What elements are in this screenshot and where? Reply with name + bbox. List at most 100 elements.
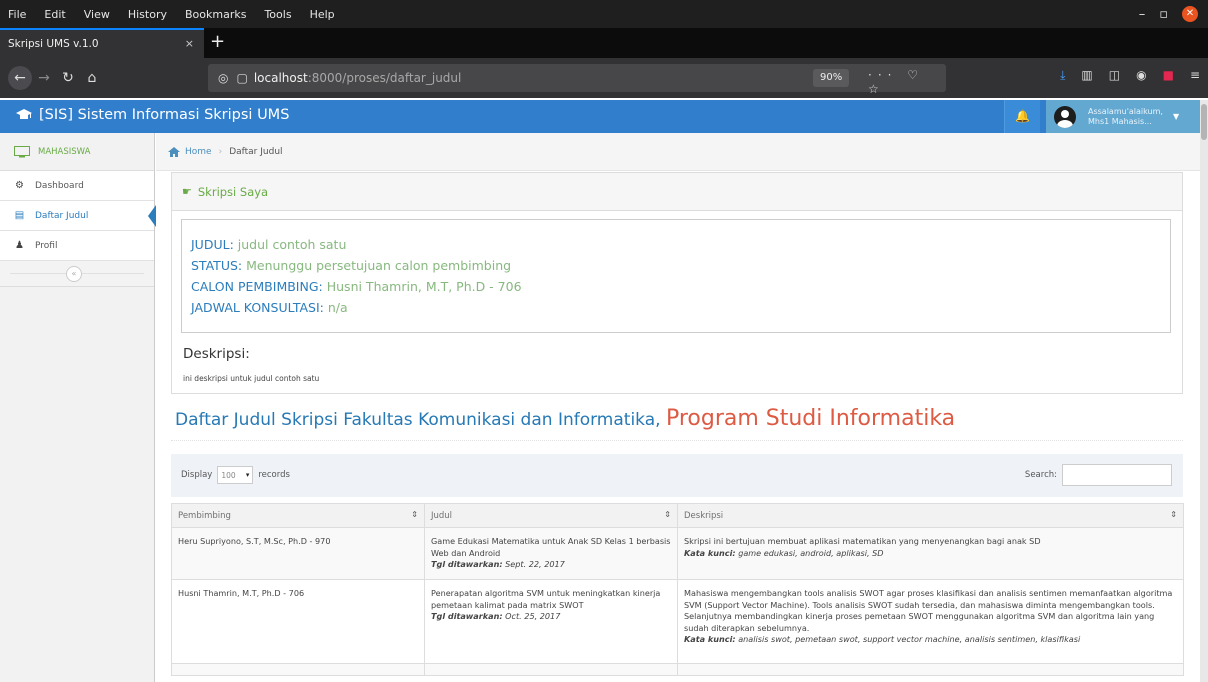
info-status-label: STATUS: (191, 258, 243, 273)
address-bar[interactable]: ◎ ▢ localhost:8000/proses/daftar_judul 9… (208, 64, 946, 96)
search-label: Search: (1024, 470, 1057, 480)
menu-help[interactable]: Help (301, 8, 344, 21)
menu-history[interactable]: History (119, 8, 176, 21)
display-label: Display (181, 470, 213, 480)
back-icon[interactable]: ← (8, 66, 32, 90)
addon-icon[interactable]: ■ (1163, 68, 1174, 83)
info-status-value: Menunggu persetujuan calon pembimbing (246, 258, 512, 273)
maximize-icon[interactable]: ▫ (1159, 7, 1168, 22)
url-path: :8000/proses/daftar_judul (307, 71, 462, 85)
menu-view[interactable]: View (75, 8, 119, 21)
breadcrumb-home[interactable]: Home (168, 146, 212, 157)
menu-bookmarks[interactable]: Bookmarks (176, 8, 255, 21)
skripsi-info-box: JUDUL: judul contoh satu STATUS: Menungg… (181, 219, 1171, 333)
judul-text: Game Edukasi Matematika untuk Anak SD Ke… (431, 536, 671, 558)
page-scrollbar[interactable] (1200, 100, 1208, 682)
column-header-deskripsi[interactable]: Deskripsi ⇕ (677, 503, 1184, 528)
zoom-level[interactable]: 90% (813, 69, 850, 87)
user-icon: ♟ (15, 240, 24, 251)
cell-judul (424, 663, 678, 676)
offer-date: Tgl ditawarkan: Sept. 22, 2017 (431, 559, 671, 571)
minimize-icon[interactable]: – (1139, 7, 1146, 22)
notification-bell-icon[interactable]: 🔔 (1004, 100, 1040, 133)
sidebar-shortcut-label: MAHASISWA (38, 146, 91, 157)
sidebar-shortcut[interactable]: MAHASISWA (0, 133, 154, 171)
list-heading-faculty: Daftar Judul Skripsi Fakultas Komunikasi… (175, 410, 661, 430)
sidebar: MAHASISWA ⚙ Dashboard ▤ Daftar Judul ♟ P… (0, 133, 156, 682)
tab-strip: Skripsi UMS v.1.0 × + (0, 28, 1208, 58)
menu-tools[interactable]: Tools (255, 8, 300, 21)
keywords-label: Kata kunci: (684, 547, 736, 558)
sidebar-toggle-icon[interactable]: ◫ (1109, 68, 1120, 83)
reload-icon[interactable]: ↻ (56, 70, 80, 86)
description-text: ini deskripsi untuk judul contoh satu (183, 374, 320, 383)
brand-title: [SIS] Sistem Informasi Skripsi UMS (39, 107, 290, 123)
breadcrumb-separator-icon: › (218, 146, 223, 157)
skripsi-widget: ☛ Skripsi Saya JUDUL: judul contoh satu … (171, 172, 1183, 394)
download-icon[interactable]: ⤓ (1060, 68, 1065, 83)
cell-deskripsi (677, 663, 1184, 676)
sidebar-item-label: Dashboard (35, 180, 84, 191)
page-length-control: Display 100 ▾ records (181, 466, 290, 484)
column-label: Judul (431, 510, 453, 521)
navigation-toolbar: ← → ↻ ⌂ ◎ ▢ localhost:8000/proses/daftar… (0, 58, 1208, 98)
user-avatar (1054, 105, 1076, 128)
browser-tab[interactable]: Skripsi UMS v.1.0 × (0, 28, 204, 58)
user-name: Mhs1 Mahasis... (1088, 116, 1152, 126)
browser-menubar: File Edit View History Bookmarks Tools H… (0, 0, 1208, 28)
description-heading: Deskripsi: (183, 346, 250, 362)
select-arrow-icon: ▾ (245, 471, 250, 479)
window-close-icon[interactable]: ✕ (1182, 6, 1198, 22)
page-length-value: 100 (221, 470, 236, 480)
table-row: Heru Supriyono, S.T, M.Sc, Ph.D - 970 Ga… (171, 527, 1184, 580)
new-tab-icon[interactable]: + (210, 31, 225, 52)
keywords: Kata kunci: analisis swot, pemetaan swot… (684, 634, 1177, 646)
info-calon-label: CALON PEMBIMBING: (191, 279, 323, 294)
forward-icon[interactable]: → (32, 70, 56, 86)
library-icon[interactable]: ▥ (1081, 68, 1092, 83)
graduation-cap-icon (16, 109, 32, 119)
menu-edit[interactable]: Edit (35, 8, 74, 21)
sidebar-item-dashboard[interactable]: ⚙ Dashboard (0, 171, 154, 201)
caret-down-icon: ▼ (1172, 112, 1180, 121)
scrollbar-thumb[interactable] (1201, 104, 1207, 140)
records-label: records (258, 470, 290, 480)
deskripsi-text: Mahasiswa mengembangkan tools analisis S… (684, 588, 1173, 633)
info-jadwal-label: JADWAL KONSULTASI: (191, 300, 324, 315)
window-controls: – ▫ ✕ (1139, 0, 1208, 28)
page-actions-icon[interactable]: ··· (868, 68, 897, 82)
extension-icon[interactable]: ◉ (1136, 68, 1146, 83)
breadcrumb-current: Daftar Judul (229, 146, 283, 157)
column-label: Pembimbing (178, 510, 231, 521)
home-icon[interactable]: ⌂ (80, 70, 104, 86)
info-jadwal-value: n/a (327, 300, 348, 315)
tab-close-icon[interactable]: × (185, 37, 194, 50)
sort-icon: ⇕ (664, 510, 671, 519)
column-header-pembimbing[interactable]: Pembimbing ⇕ (171, 503, 425, 528)
cell-judul: Game Edukasi Matematika untuk Anak SD Ke… (424, 527, 678, 580)
collapse-sidebar-icon[interactable]: « (66, 266, 82, 282)
site-info-icon[interactable]: ◎ (218, 71, 228, 85)
column-header-judul[interactable]: Judul ⇕ (424, 503, 678, 528)
cell-pembimbing (171, 663, 425, 676)
sort-icon: ⇕ (1170, 510, 1177, 519)
menu-file[interactable]: File (0, 8, 35, 21)
table-header-row: Pembimbing ⇕ Judul ⇕ Deskripsi ⇕ (171, 503, 1184, 528)
page-length-select[interactable]: 100 ▾ (217, 466, 254, 484)
cell-judul: Penerapatan algoritma SVM untuk meningka… (424, 579, 678, 664)
bookmark-star-icon[interactable]: ☆ (868, 82, 885, 96)
cell-deskripsi: Skripsi ini bertujuan membuat aplikasi m… (677, 527, 1184, 580)
hand-point-icon: ☛ (182, 185, 192, 198)
hamburger-menu-icon[interactable]: ≡ (1190, 68, 1200, 83)
widget-title: Skripsi Saya (197, 184, 269, 199)
search-input[interactable] (1062, 464, 1172, 486)
deskripsi-text: Skripsi ini bertujuan membuat aplikasi m… (684, 536, 1041, 546)
sidebar-item-label: Daftar Judul (35, 210, 89, 221)
breadcrumb-home-label: Home (185, 146, 212, 157)
pocket-icon[interactable]: ♡ (907, 68, 924, 82)
sidebar-item-daftar-judul[interactable]: ▤ Daftar Judul (0, 201, 156, 231)
info-calon: CALON PEMBIMBING: Husni Thamrin, M.T, Ph… (191, 276, 1170, 297)
user-menu[interactable]: Assalamu'alaikum, Mhs1 Mahasis... ▼ (1046, 100, 1200, 133)
brand[interactable]: [SIS] Sistem Informasi Skripsi UMS (16, 107, 289, 123)
sidebar-item-profil[interactable]: ♟ Profil (0, 231, 154, 261)
